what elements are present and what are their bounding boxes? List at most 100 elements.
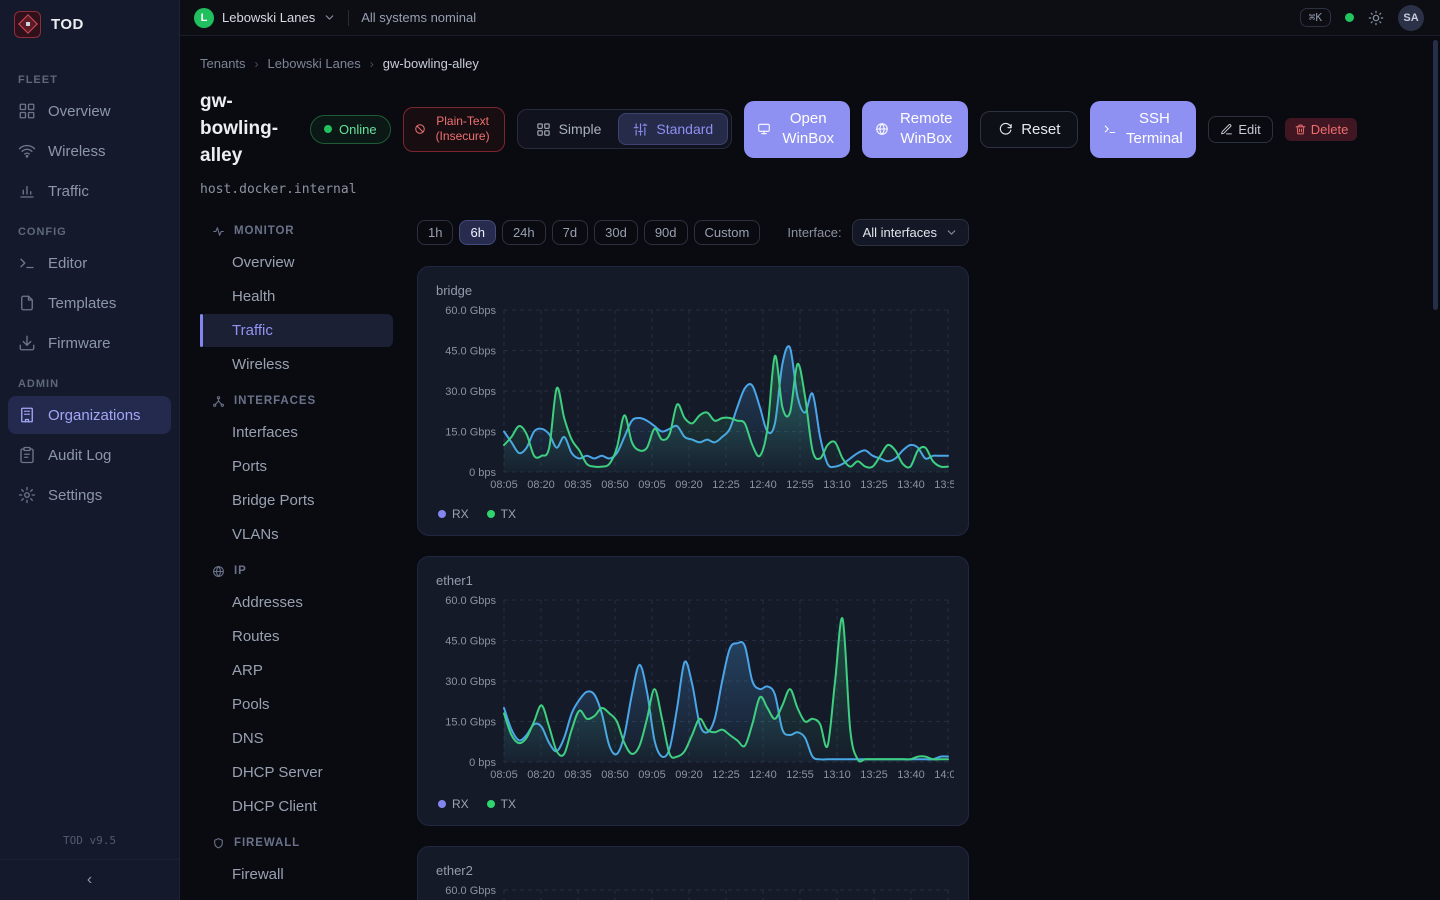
x-axis-label: 08:50 [601, 769, 629, 781]
sun-icon [1368, 10, 1384, 26]
y-axis-label: 60.0 Gbps [445, 885, 496, 897]
range-pill-custom[interactable]: Custom [694, 220, 761, 245]
tx-dot-icon [487, 800, 495, 808]
shield-icon [212, 837, 225, 850]
command-palette-shortcut[interactable]: ⌘K [1300, 8, 1331, 27]
sidebar-item-editor[interactable]: Editor [8, 244, 171, 282]
device-nav-item-dns[interactable]: DNS [200, 722, 393, 755]
chevron-down-icon [945, 226, 958, 239]
breadcrumb-tenants[interactable]: Tenants [200, 56, 246, 71]
sidebar-section-fleet: FLEET [0, 74, 179, 86]
y-axis-label: 45.0 Gbps [445, 345, 496, 357]
primary-nav: FLEET OverviewWirelessTraffic CONFIG Editor… [0, 48, 179, 824]
chevron-left-icon: ‹ [87, 871, 92, 889]
delete-button[interactable]: Delete [1285, 118, 1358, 141]
sidebar-item-traffic[interactable]: Traffic [8, 172, 171, 210]
app-logo[interactable]: TOD [0, 0, 179, 48]
sidebar-item-audit-log[interactable]: Audit Log [8, 436, 171, 474]
legend-tx: TX [487, 507, 516, 521]
breadcrumb-tenant[interactable]: Lebowski Lanes [268, 56, 361, 71]
device-nav-item-bridge-ports[interactable]: Bridge Ports [200, 484, 393, 517]
view-mode-toggle: Simple Standard [517, 109, 733, 149]
rx-dot-icon [438, 510, 446, 518]
device-nav-item-arp[interactable]: ARP [200, 654, 393, 687]
device-nav-item-addresses[interactable]: Addresses [200, 586, 393, 619]
device-nav-section-firewall: FIREWALL [200, 837, 393, 850]
device-header: gw-bowling-alley Online Plain-Text (Inse… [200, 89, 1416, 170]
sidebar-item-templates[interactable]: Templates [8, 284, 171, 322]
device-nav-section-interfaces: INTERFACES [200, 395, 393, 408]
tenant-switcher[interactable]: L Lebowski Lanes [194, 8, 336, 28]
sidebar-item-wireless[interactable]: Wireless [8, 132, 171, 170]
primary-sidebar: TOD FLEET OverviewWirelessTraffic CONFIG Ed… [0, 0, 180, 900]
chart-legend: RXTX [434, 797, 952, 811]
device-nav-item-health[interactable]: Health [200, 280, 393, 313]
device-nav-item-mangle[interactable]: Mangle [200, 892, 393, 900]
pencil-icon [1220, 123, 1233, 136]
x-axis-label: 12:25 [712, 769, 740, 781]
chart-list: bridge60.0 Gbps45.0 Gbps30.0 Gbps15.0 Gb… [417, 266, 969, 900]
interface-label: Interface: [787, 225, 841, 240]
range-pill-7d[interactable]: 7d [552, 220, 588, 245]
view-mode-simple[interactable]: Simple [521, 113, 617, 145]
remote-winbox-button[interactable]: Remote WinBox [862, 101, 968, 158]
range-pill-90d[interactable]: 90d [644, 220, 688, 245]
refresh-icon [998, 122, 1013, 137]
range-pill-6h[interactable]: 6h [459, 220, 495, 245]
reset-button[interactable]: Reset [980, 111, 1078, 148]
x-axis-label: 09:20 [675, 769, 703, 781]
sidebar-item-organizations[interactable]: Organizations [8, 396, 171, 434]
device-nav-item-dhcp-server[interactable]: DHCP Server [200, 756, 393, 789]
sidebar-item-overview[interactable]: Overview [8, 92, 171, 130]
device-nav-item-firewall[interactable]: Firewall [200, 858, 393, 891]
scrollbar-thumb[interactable] [1433, 40, 1438, 310]
open-winbox-button[interactable]: Open WinBox [744, 101, 850, 158]
device-nav-item-dhcp-client[interactable]: DHCP Client [200, 790, 393, 823]
range-pill-1h[interactable]: 1h [417, 220, 453, 245]
x-axis-label: 09:20 [675, 479, 703, 491]
building-icon [18, 406, 36, 424]
sidebar-footer: TOD v9.5 ‹ [0, 824, 179, 900]
edit-button[interactable]: Edit [1208, 116, 1272, 143]
view-mode-standard[interactable]: Standard [618, 113, 728, 145]
device-nav-item-traffic[interactable]: Traffic [200, 314, 393, 347]
x-axis-label: 08:35 [564, 769, 592, 781]
chart-canvas-ether1: 60.0 Gbps45.0 Gbps30.0 Gbps15.0 Gbps0 bp… [434, 592, 954, 784]
sidebar-item-firmware[interactable]: Firmware [8, 324, 171, 362]
user-avatar[interactable]: SA [1398, 5, 1424, 31]
range-pill-24h[interactable]: 24h [502, 220, 546, 245]
device-nav-item-wireless[interactable]: Wireless [200, 348, 393, 381]
device-nav-item-pools[interactable]: Pools [200, 688, 393, 721]
globe-icon [875, 122, 889, 136]
ssh-terminal-button[interactable]: SSH Terminal [1090, 101, 1196, 158]
device-nav-item-interfaces[interactable]: Interfaces [200, 416, 393, 449]
x-axis-label: 12:55 [786, 479, 814, 491]
file-icon [18, 294, 36, 312]
device-nav-item-vlans[interactable]: VLANs [200, 518, 393, 551]
terminal-icon [1103, 122, 1117, 136]
x-axis-label: 13:25 [860, 479, 888, 491]
device-nav-item-overview[interactable]: Overview [200, 246, 393, 279]
tenant-name: Lebowski Lanes [222, 10, 315, 25]
device-nav-item-ports[interactable]: Ports [200, 450, 393, 483]
interface-select[interactable]: All interfaces [852, 219, 969, 246]
gear-icon [18, 486, 36, 504]
monitor-icon [757, 122, 771, 136]
theme-toggle-button[interactable] [1368, 10, 1384, 26]
breadcrumb-separator: › [370, 57, 374, 71]
x-axis-label: 13:40 [897, 479, 925, 491]
chart-canvas-ether2: 60.0 Gbps45.0 Gbps30.0 Gbps15.0 Gbps0 bp… [434, 882, 954, 900]
device-nav-section-ip: IP [200, 565, 393, 578]
x-axis-label: 12:25 [712, 479, 740, 491]
sidebar-collapse-button[interactable]: ‹ [0, 860, 179, 900]
trash-icon [1294, 123, 1307, 136]
x-axis-label: 09:05 [638, 769, 666, 781]
sidebar-section-config: CONFIG [0, 226, 179, 238]
grid-icon [536, 122, 551, 137]
range-pill-30d[interactable]: 30d [594, 220, 638, 245]
x-axis-label: 09:05 [638, 479, 666, 491]
x-axis-label: 12:55 [786, 769, 814, 781]
legend-rx: RX [438, 507, 469, 521]
device-nav-item-routes[interactable]: Routes [200, 620, 393, 653]
sidebar-item-settings[interactable]: Settings [8, 476, 171, 514]
